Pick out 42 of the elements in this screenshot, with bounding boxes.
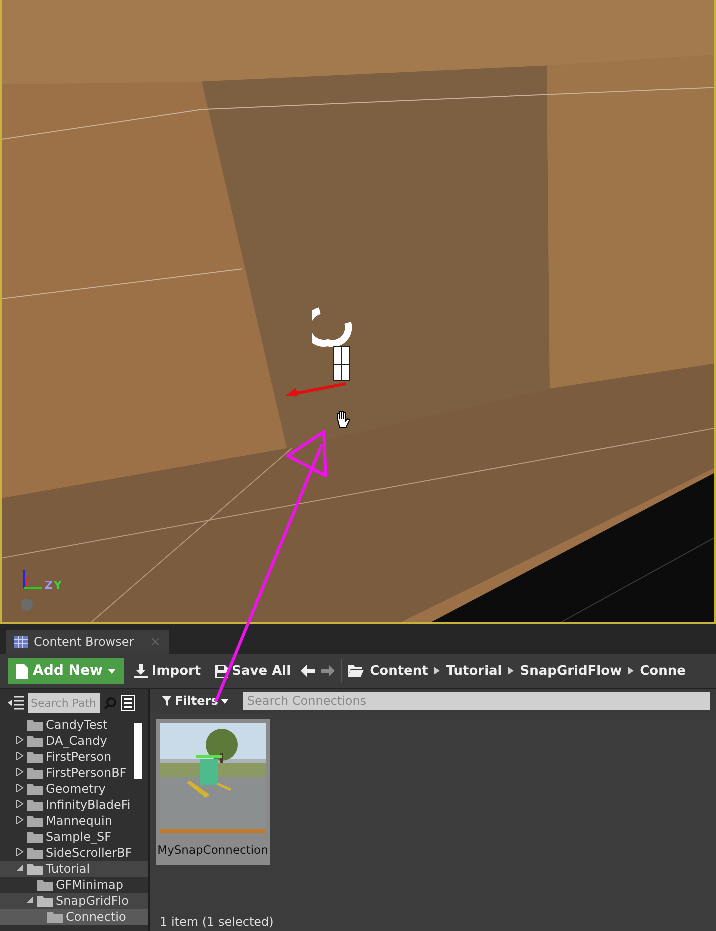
- breadcrumb-link[interactable]: Content: [370, 664, 428, 678]
- folder-label: InfinityBladeFi: [46, 798, 131, 812]
- y-axis-label: Y: [54, 579, 62, 592]
- folder-label: Sample_SF: [46, 830, 112, 844]
- folder-label: SideScrollerBF: [46, 846, 132, 860]
- breadcrumb-link[interactable]: Tutorial: [446, 664, 502, 678]
- folder-tree-item[interactable]: Tutorial: [0, 861, 148, 877]
- folder-label: CandyTest: [46, 718, 108, 732]
- folder-tree-item[interactable]: Geometry: [0, 781, 148, 797]
- folder-label: DA_Candy: [46, 734, 108, 748]
- save-all-button[interactable]: Save All: [211, 664, 296, 678]
- folder-label: SnapGridFlo: [56, 894, 129, 908]
- filters-button[interactable]: Filters: [156, 693, 236, 709]
- breadcrumb-link[interactable]: Conne: [640, 664, 686, 678]
- folder-tree-item[interactable]: SideScrollerBF: [0, 845, 148, 861]
- import-button[interactable]: Import: [130, 664, 206, 678]
- folder-label: GFMinimap: [56, 878, 124, 892]
- asset-name: MySnapConnection: [158, 843, 268, 857]
- tab-label: Content Browser: [34, 635, 134, 649]
- asset-tile[interactable]: MySnapConnection: [156, 719, 270, 865]
- folder-tree-item[interactable]: Sample_SF: [0, 829, 148, 845]
- folder-label: Mannequin: [46, 814, 112, 828]
- folder-tree-item[interactable]: CandyTest: [0, 717, 148, 733]
- search-paths-field[interactable]: Search Path: [28, 693, 100, 713]
- search-field[interactable]: Search Connections: [243, 692, 710, 710]
- folder-label: Geometry: [46, 782, 106, 796]
- folder-tree-item[interactable]: FirstPerson: [0, 749, 148, 765]
- folder-tree-item[interactable]: Connectio: [0, 909, 148, 925]
- content-browser-tab[interactable]: Content Browser ×: [6, 630, 170, 654]
- folder-label: FirstPersonBF: [46, 766, 127, 780]
- folder-tree-item[interactable]: GFMinimap: [0, 877, 148, 893]
- status-text: 1 item (1 selected): [159, 915, 275, 931]
- folder-tree-item[interactable]: Mannequin: [0, 813, 148, 829]
- folder-label: Tutorial: [46, 862, 90, 876]
- folder-tree-item[interactable]: SnapGridFlo: [0, 893, 148, 909]
- folder-label: FirstPerson: [46, 750, 112, 764]
- breadcrumb-link[interactable]: SnapGridFlow: [520, 664, 622, 678]
- folder-tree-item[interactable]: DA_Candy: [0, 733, 148, 749]
- folder-label: Connectio: [66, 910, 126, 924]
- folder-tree-item[interactable]: FirstPersonBF: [0, 765, 148, 781]
- z-axis-label: Z: [45, 579, 53, 592]
- folder-tree-item[interactable]: InfinityBladeFi: [0, 797, 148, 813]
